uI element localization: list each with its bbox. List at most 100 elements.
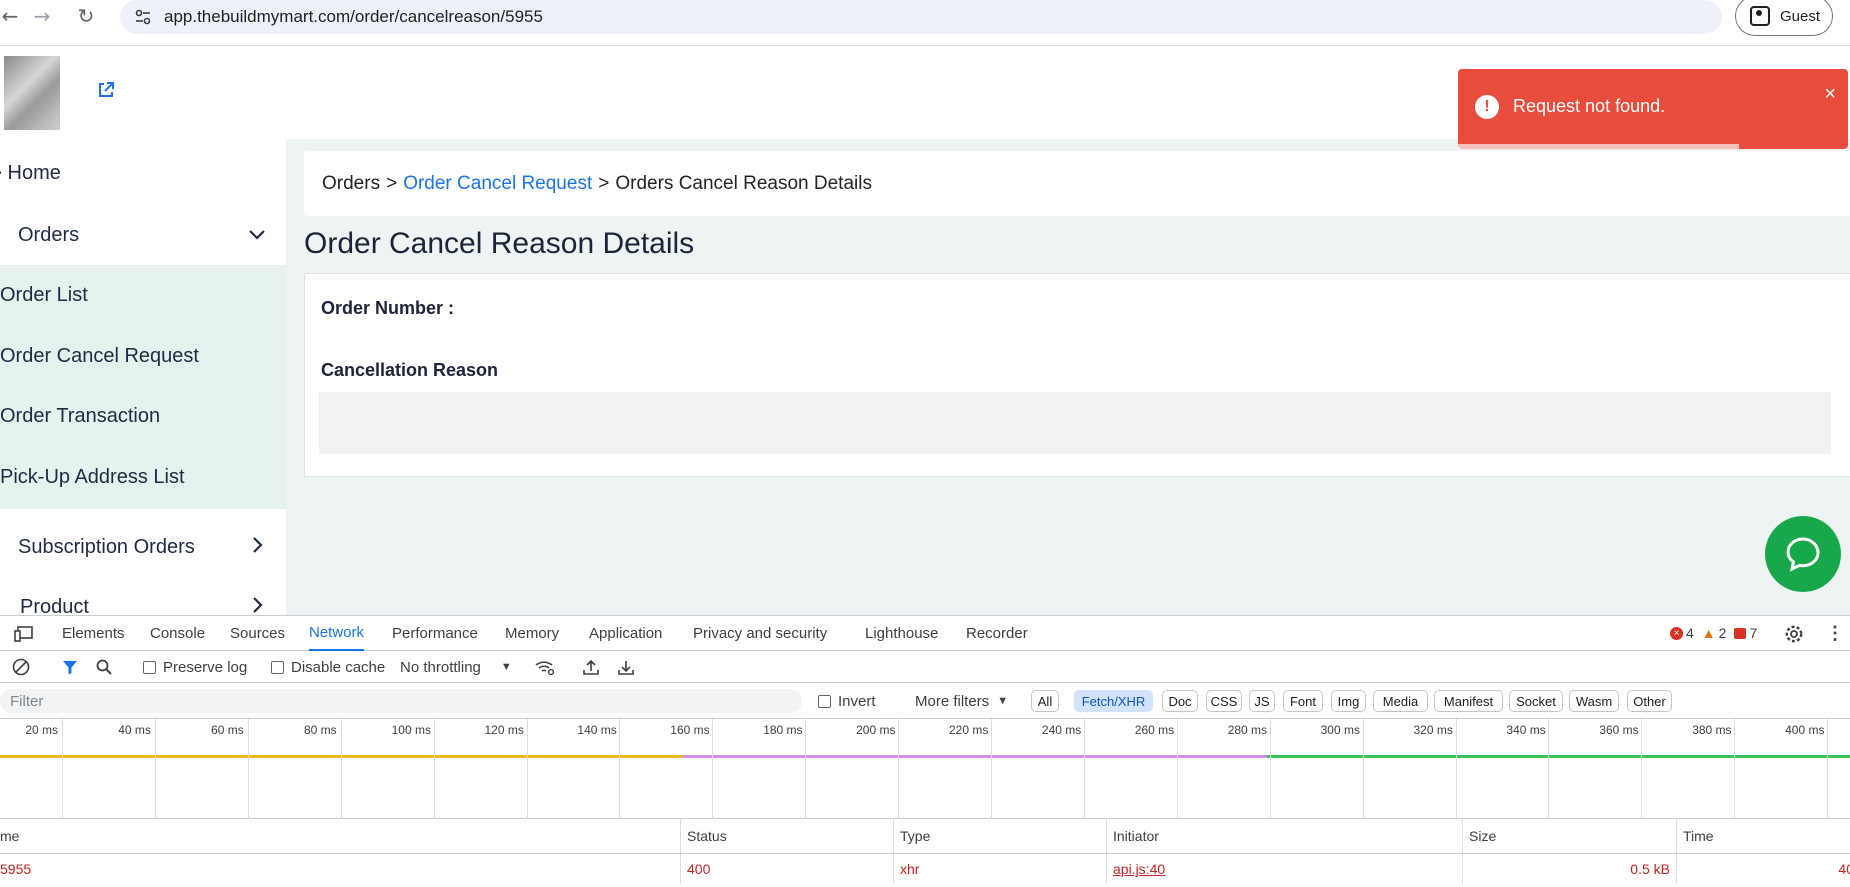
sidebar-item-order-transaction[interactable]: Order Transaction bbox=[0, 387, 286, 446]
filter-chip-img[interactable]: Img bbox=[1331, 690, 1366, 712]
chevron-right-icon[interactable] bbox=[252, 536, 264, 559]
timeline-gridline bbox=[898, 719, 900, 819]
sidebar-item-order-cancel-request[interactable]: Order Cancel Request bbox=[0, 326, 286, 387]
tab-sources[interactable]: Sources bbox=[230, 616, 285, 651]
company-logo[interactable] bbox=[4, 56, 60, 130]
throttling-select[interactable]: No throttling ▼ bbox=[400, 651, 512, 683]
chevron-right-icon[interactable] bbox=[252, 596, 264, 616]
filter-chip-fetch-xhr[interactable]: Fetch/XHR bbox=[1074, 690, 1153, 712]
timeline-gridline bbox=[433, 719, 435, 819]
warning-count[interactable]: ▲ 2 bbox=[1702, 625, 1727, 641]
import-har-icon[interactable] bbox=[582, 651, 600, 683]
breadcrumb: Orders > Order Cancel Request > Orders C… bbox=[304, 151, 1850, 216]
back-arrow-icon[interactable]: ← bbox=[0, 0, 26, 32]
timeline-tick-label: 140 ms bbox=[577, 723, 617, 737]
column-header-name[interactable]: me bbox=[0, 819, 680, 853]
more-filters-label: More filters bbox=[915, 692, 990, 710]
profile-icon bbox=[1750, 6, 1770, 26]
more-options-icon[interactable]: ⋮ bbox=[1826, 616, 1844, 651]
external-link-icon[interactable] bbox=[96, 80, 116, 100]
filter-chip-manifest[interactable]: Manifest bbox=[1434, 690, 1503, 712]
site-settings-icon[interactable] bbox=[132, 6, 154, 28]
preserve-log-checkbox[interactable]: Preserve log bbox=[143, 651, 247, 683]
orders-submenu: Order List Order Cancel Request Order Tr… bbox=[0, 265, 286, 509]
checkbox-box[interactable] bbox=[271, 660, 284, 674]
timeline-tick-label: 320 ms bbox=[1413, 723, 1453, 737]
filter-chip-wasm[interactable]: Wasm bbox=[1569, 690, 1619, 712]
invert-checkbox[interactable]: Invert bbox=[818, 685, 876, 717]
cancellation-reason-label: Cancellation Reason bbox=[321, 360, 499, 380]
tab-performance[interactable]: Performance bbox=[392, 616, 478, 651]
device-toolbar-icon[interactable] bbox=[14, 616, 34, 651]
timeline-bar-download bbox=[1267, 755, 1850, 758]
breadcrumb-link-order-cancel-request[interactable]: Order Cancel Request bbox=[403, 173, 592, 195]
column-header-size[interactable]: Size bbox=[1462, 819, 1676, 853]
column-header-time[interactable]: Time bbox=[1676, 819, 1850, 853]
filter-chip-css[interactable]: CSS bbox=[1206, 690, 1242, 712]
timeline-tick-label: 380 ms bbox=[1692, 723, 1732, 737]
filter-funnel-icon[interactable] bbox=[61, 651, 79, 683]
tab-console[interactable]: Console bbox=[150, 616, 205, 651]
forward-arrow-icon[interactable]: → bbox=[26, 0, 58, 32]
devtools-issue-counts[interactable]: × 4 ▲ 2 7 bbox=[1670, 625, 1757, 641]
breadcrumb-root[interactable]: Orders bbox=[322, 173, 380, 195]
tab-application[interactable]: Application bbox=[589, 616, 662, 651]
close-icon[interactable]: × bbox=[1824, 83, 1836, 106]
column-header-type[interactable]: Type bbox=[893, 819, 1106, 853]
filter-input[interactable]: Filter bbox=[0, 689, 802, 713]
issue-count[interactable]: 7 bbox=[1734, 625, 1757, 641]
profile-button[interactable]: Guest bbox=[1735, 0, 1833, 36]
sidebar-item-label: Product bbox=[20, 595, 89, 616]
search-icon[interactable] bbox=[95, 651, 113, 683]
tab-network[interactable]: Network bbox=[309, 616, 365, 651]
checkbox-box[interactable] bbox=[143, 660, 156, 674]
error-count[interactable]: × 4 bbox=[1670, 625, 1694, 641]
profile-label: Guest bbox=[1780, 7, 1821, 25]
timeline-tick-label: 80 ms bbox=[304, 723, 337, 737]
timeline-tick-label: 220 ms bbox=[949, 723, 989, 737]
tab-lighthouse[interactable]: Lighthouse bbox=[865, 616, 938, 651]
tab-recorder[interactable]: Recorder bbox=[966, 616, 1028, 651]
sidebar-item-order-list[interactable]: Order List bbox=[0, 265, 286, 326]
tab-memory[interactable]: Memory bbox=[505, 616, 559, 651]
filter-chip-all[interactable]: All bbox=[1031, 690, 1059, 712]
clear-icon[interactable] bbox=[12, 651, 30, 683]
request-size: 0.5 kB bbox=[1462, 854, 1676, 884]
disable-cache-checkbox[interactable]: Disable cache bbox=[271, 651, 385, 683]
sidebar-item-label: Orders bbox=[18, 223, 80, 246]
request-initiator-link[interactable]: api.js:40 bbox=[1106, 854, 1462, 884]
more-filters-dropdown[interactable]: More filters ▼ bbox=[915, 685, 1008, 717]
export-har-icon[interactable] bbox=[617, 651, 635, 683]
filter-chip-media[interactable]: Media bbox=[1373, 690, 1428, 712]
column-header-status[interactable]: Status bbox=[680, 819, 893, 853]
reload-icon[interactable]: ↻ bbox=[70, 0, 102, 32]
address-bar[interactable]: app.thebuildmymart.com/order/cancelreaso… bbox=[120, 0, 1722, 34]
chat-launcher-button[interactable] bbox=[1765, 516, 1841, 592]
sidebar-item-home[interactable]: • Home bbox=[0, 153, 286, 193]
filter-chip-socket[interactable]: Socket bbox=[1509, 690, 1563, 712]
filter-chip-font[interactable]: Font bbox=[1283, 690, 1323, 712]
network-toolbar: Preserve log Disable cache No throttling… bbox=[0, 651, 1850, 683]
table-row[interactable]: 5955 400 xhr api.js:40 0.5 kB 40 bbox=[0, 854, 1850, 884]
error-icon: ! bbox=[1475, 95, 1499, 119]
devtools-tabbar: Elements Console Sources Network Perform… bbox=[0, 616, 1850, 651]
filter-chip-other[interactable]: Other bbox=[1627, 690, 1672, 712]
sidebar-item-pickup-address-list[interactable]: Pick-Up Address List bbox=[0, 446, 286, 508]
column-header-initiator[interactable]: Initiator bbox=[1106, 819, 1462, 853]
filter-chip-js[interactable]: JS bbox=[1249, 690, 1275, 712]
settings-gear-icon[interactable] bbox=[1784, 616, 1804, 651]
request-name[interactable]: 5955 bbox=[0, 854, 680, 884]
network-timeline-overview[interactable]: 20 ms 40 ms 60 ms 80 ms 100 ms 120 ms 140 ms 16… bbox=[0, 719, 1850, 819]
toast-progress-bar bbox=[1458, 144, 1739, 149]
tab-elements[interactable]: Elements bbox=[62, 616, 125, 651]
timeline-gridline bbox=[619, 719, 621, 819]
checkbox-box[interactable] bbox=[818, 694, 831, 708]
filter-chip-doc[interactable]: Doc bbox=[1162, 690, 1198, 712]
tab-privacy-and-security[interactable]: Privacy and security bbox=[693, 616, 827, 651]
sidebar-item-product[interactable]: Product bbox=[0, 579, 286, 615]
sidebar-item-subscription-orders[interactable]: Subscription Orders bbox=[0, 519, 286, 575]
network-conditions-icon[interactable] bbox=[534, 651, 556, 683]
sidebar-item-orders[interactable]: Orders bbox=[0, 205, 286, 265]
url-text[interactable]: app.thebuildmymart.com/order/cancelreaso… bbox=[164, 7, 543, 27]
chevron-down-icon[interactable] bbox=[248, 225, 266, 246]
